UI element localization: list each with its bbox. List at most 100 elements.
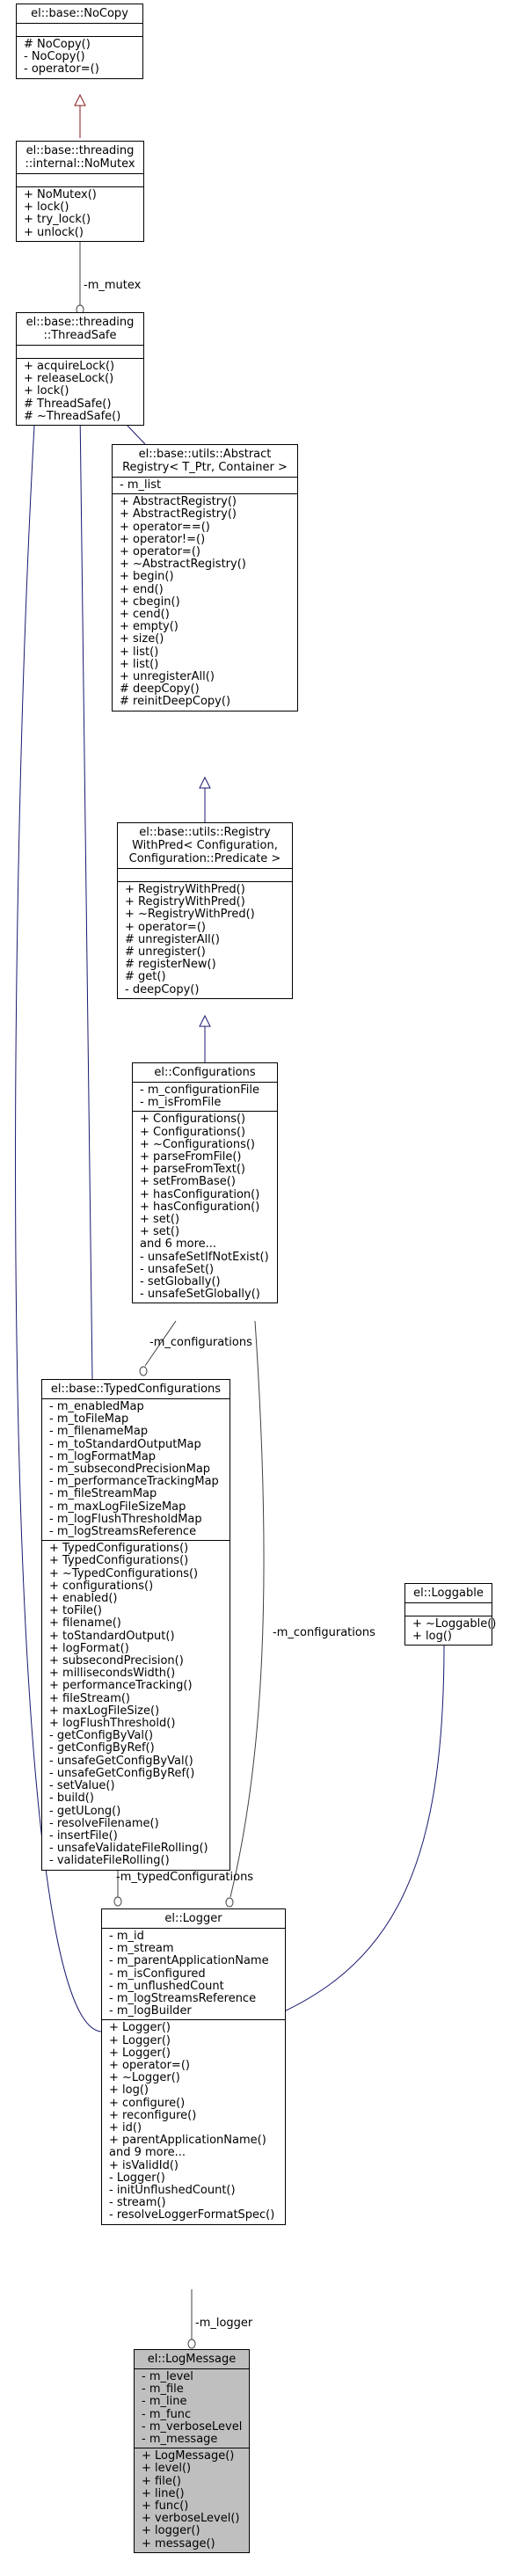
class-operation: + log() <box>412 1630 452 1644</box>
class-operation: + ~Configurations() <box>140 1137 255 1151</box>
class-operation: + fileStream() <box>49 1691 131 1705</box>
class-operation: # reinitDeepCopy() <box>120 695 231 709</box>
class-operations: + Logger() + Logger() + Logger() + operator… <box>102 2019 285 2223</box>
class-operation: - stream() <box>109 2196 166 2210</box>
class-title: el::LogMessage <box>135 2350 249 2368</box>
class-attribute: - m_logFlushThresholdMap <box>49 1512 202 1526</box>
class-operation: + RegistryWithPred() <box>125 883 245 896</box>
class-operation: - setValue() <box>49 1779 115 1793</box>
class-operation: + list() <box>120 645 159 659</box>
class-title: el::base::NoCopy <box>17 4 142 23</box>
class-operation: + line() <box>142 2486 185 2500</box>
edge-nomutex-to-nocopy-arrow <box>74 93 86 106</box>
class-operation: + unregisterAll() <box>120 670 215 684</box>
class-attribute: - m_filenameMap <box>49 1425 149 1439</box>
class-operation: + end() <box>120 582 164 596</box>
class-box-threadsafe[interactable]: el::base::threading::ThreadSafe + acquire… <box>16 312 144 427</box>
class-operation: + reconfigure() <box>109 2108 197 2122</box>
class-operation: # deepCopy() <box>120 682 200 697</box>
class-box-nomutex[interactable]: el::base::threading::internal::NoMutex+ … <box>16 141 144 242</box>
class-title: el::base::threading::internal::NoMutex <box>17 142 143 173</box>
class-operation: - build() <box>49 1792 94 1806</box>
class-operation: + empty() <box>120 620 178 634</box>
class-operation: - resolveFilename() <box>49 1816 159 1830</box>
class-operation: - validateFileRolling() <box>49 1854 170 1868</box>
class-operation: + hasConfiguration() <box>140 1200 260 1214</box>
class-attributes <box>118 868 292 881</box>
class-operation: + toStandardOutput() <box>49 1629 175 1643</box>
class-attribute: - m_unflushedCount <box>109 1979 224 1993</box>
class-operation: + subsecondPrecision() <box>49 1654 184 1668</box>
class-operation: + message() <box>142 2536 215 2550</box>
class-box-typedconfigurations[interactable]: el::base::TypedConfigurations - m_enabled… <box>41 1379 230 1871</box>
class-operations: + NoMutex() + lock() + try_lock() + unlock(… <box>17 186 143 241</box>
class-attribute: - m_id <box>109 1930 144 1943</box>
class-operation: - unsafeSetIfNotExist() <box>140 1250 269 1264</box>
class-attributes: - m_id - m_stream - m_parentApplicationNam… <box>102 1928 285 2019</box>
class-box-nocopy[interactable]: el::base::NoCopy# NoCopy() - NoCopy() - op… <box>16 4 143 79</box>
class-operation: + parseFromText() <box>140 1163 246 1177</box>
class-operation: + begin() <box>120 570 174 584</box>
class-attribute: - m_logStreamsReference <box>49 1525 197 1539</box>
class-operation: + func() <box>142 2499 189 2514</box>
class-operation: + Logger() <box>109 2046 171 2060</box>
class-box-loggable[interactable]: el::Loggable+ ~Loggable() + log() <box>404 1583 497 1646</box>
class-operation: + size() <box>120 632 164 646</box>
class-operation: + AbstractRegistry() <box>120 495 237 509</box>
class-operation: + configure() <box>109 2096 186 2110</box>
class-attribute: - m_isFromFile <box>140 1096 222 1110</box>
edge-typedconfigurations-to-configurations-diamond <box>139 1366 148 1376</box>
class-attribute: - m_logFormatMap <box>49 1449 157 1463</box>
class-operations: # NoCopy() - NoCopy() - operator=() <box>17 36 142 78</box>
class-box-logger[interactable]: el::Logger- m_id - m_stream - m_parentAppl… <box>101 1908 286 2225</box>
class-operations: + Configurations() + Configurations() + ~C… <box>133 1111 277 1303</box>
class-operation: + set() <box>140 1225 180 1239</box>
edge-label-m-logger: -m_logger <box>195 2317 253 2330</box>
class-title-line: el::base::utils::Registry <box>139 826 271 839</box>
class-attribute: - m_stream <box>109 1942 174 1956</box>
class-attributes <box>405 1602 492 1616</box>
class-operation: + releaseLock() <box>24 372 114 386</box>
class-attribute: - m_subsecondPrecisionMap <box>49 1463 211 1477</box>
class-operation: + Logger() <box>109 2021 171 2035</box>
class-operation: + operator==() <box>120 520 210 534</box>
class-attribute: - m_logBuilder <box>109 2004 192 2018</box>
class-operation: - setGlobally() <box>140 1275 221 1289</box>
class-title-line: el::base::NoCopy <box>31 7 128 20</box>
class-attributes: - m_list <box>113 477 297 493</box>
class-operation: + ~RegistryWithPred() <box>125 908 255 922</box>
class-operation: + cend() <box>120 608 170 622</box>
class-title: el::Logger <box>102 1909 285 1928</box>
class-box-registrywithpred[interactable]: el::base::utils::Registry WithPred< Confi… <box>117 822 293 999</box>
class-operation: - resolveLoggerFormatSpec() <box>109 2208 275 2222</box>
class-box-abstractregistry[interactable]: el::base::utils::Abstract Registry< T_Ptr… <box>112 444 298 712</box>
class-operation: + list() <box>120 657 159 671</box>
class-attribute: - m_fileStreamMap <box>49 1487 157 1501</box>
class-box-configurations[interactable]: el::Configurations- m_configurationFile -… <box>132 1062 278 1304</box>
class-operation: + LogMessage() <box>142 2449 235 2463</box>
class-operation: - getConfigByVal() <box>49 1729 154 1743</box>
edge-logger-to-typedconfigurations-diamond <box>113 1896 122 1907</box>
class-operation: + performanceTracking() <box>49 1679 193 1693</box>
class-title-line: el::Logger <box>164 1912 222 1925</box>
class-title-line: el::Configurations <box>154 1066 256 1079</box>
class-title-line: ::internal::NoMutex <box>25 157 135 171</box>
class-operation: - unsafeSetGlobally() <box>140 1288 260 1302</box>
class-box-logmessage[interactable]: el::LogMessage - m_level - m_file - m_line -… <box>134 2349 250 2553</box>
class-operation: + ~Loggable() <box>412 1617 497 1631</box>
class-operation: + RegistryWithPred() <box>125 895 245 909</box>
class-operation: + AbstractRegistry() <box>120 507 237 522</box>
class-title-line: el::Loggable <box>413 1587 484 1600</box>
class-title: el::Configurations <box>133 1063 277 1082</box>
class-attributes: - m_configurationFile - m_isFromFile <box>133 1082 277 1111</box>
class-operation: - Logger() <box>109 2171 165 2185</box>
class-operation: + lock() <box>24 201 69 215</box>
class-operation: + logFormat() <box>49 1641 129 1655</box>
class-operation: + ~TypedConfigurations() <box>49 1566 199 1580</box>
class-operation: - unsafeGetConfigByVal() <box>49 1754 193 1768</box>
edge-label-m-typedconfigurations: -m_typedConfigurations <box>116 1871 254 1884</box>
class-attribute: - m_enabledMap <box>49 1400 144 1413</box>
class-operation: + parseFromFile() <box>140 1150 242 1164</box>
class-operation: + setFromBase() <box>140 1175 236 1189</box>
class-attributes <box>17 23 142 36</box>
